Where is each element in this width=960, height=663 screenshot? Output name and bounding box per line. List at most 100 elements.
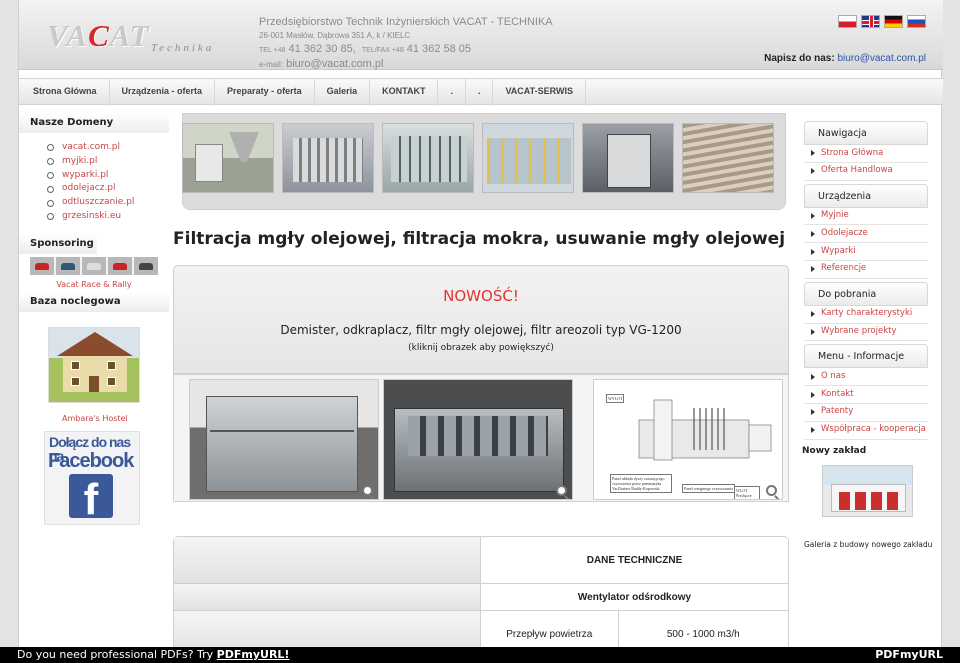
domain-link[interactable]: grzesinski.eu — [47, 210, 169, 224]
product-intro-box: NOWOŚĆ! Demister, odkraplacz, filtr mgły… — [173, 265, 789, 374]
page-title: Filtracja mgły olejowej, filtracja mokra… — [173, 229, 786, 249]
nav-preparaty-oferta[interactable]: Preparaty - oferta — [215, 78, 315, 105]
factory-gallery-link[interactable]: Galeria z budowy nowego zakładu — [804, 540, 932, 549]
baza-title: Baza noclegowa — [19, 291, 169, 312]
pdf-promo-link[interactable]: PDFmyURL! — [217, 648, 290, 661]
menu-item-projekty[interactable]: Wybrane projekty — [804, 323, 928, 342]
diagram-label-wlot: WLOT Przyłącze — [734, 486, 760, 499]
left-sidebar: Nasze Domeny vacat.com.pl myjki.pl wypar… — [19, 113, 169, 525]
menu-item-patenty[interactable]: Patenty — [804, 403, 928, 422]
main-nav: Strona Główna Urządzenia - oferta Prepar… — [19, 78, 943, 105]
domain-link[interactable]: vacat.com.pl — [47, 141, 169, 155]
diagram-label-wylot: WYLOT — [606, 394, 625, 403]
nav-strona-glowna[interactable]: Strona Główna — [21, 78, 110, 105]
company-email: e-mail: biuro@vacat.com.pl — [259, 58, 384, 70]
nav-vacat-serwis[interactable]: VACAT-SERWIS — [493, 78, 586, 105]
menu-title: Nawigacja — [804, 121, 928, 145]
pdfmyurl-logo[interactable]: PDFmyURL — [875, 647, 943, 663]
flag-en-icon[interactable] — [861, 15, 880, 28]
product-photos: WYLOT Panel układu dyszy zraszającego cz… — [173, 374, 789, 502]
domain-link[interactable]: odolejacz.pl — [47, 182, 169, 196]
nav-dot-2[interactable]: . — [466, 78, 494, 105]
menu-item-wyparki[interactable]: Wyparki — [804, 243, 928, 261]
hostel-image[interactable] — [48, 326, 140, 403]
product-description: Demister, odkraplacz, filtr mgły olejowe… — [280, 323, 682, 337]
menu-title: Menu - Informacje — [804, 344, 928, 369]
company-name: Przedsiębiorstwo Technik Inżynierskich V… — [259, 16, 553, 28]
menu-title: Do pobrania — [804, 281, 928, 306]
nowy-zaklad-title: Nowy zakład — [802, 445, 867, 456]
menu-item-kontakt[interactable]: Kontakt — [804, 386, 928, 404]
table-blank-cell — [174, 584, 481, 611]
menu-item-strona-glowna[interactable]: Strona Główna — [804, 145, 928, 163]
click-hint: (kliknij obrazek aby powiększyć) — [408, 343, 554, 353]
page: VACAT Technika Przedsiębiorstwo Technik … — [18, 0, 943, 663]
domeny-title: Nasze Domeny — [19, 113, 169, 133]
gallery-thumb[interactable] — [282, 123, 374, 193]
menu-item-wspolpraca[interactable]: Współpraca - kooperacja — [804, 421, 928, 440]
tech-data-table: DANE TECHNICZNE Wentylator odśrodkowy Pr… — [173, 536, 789, 658]
product-gallery — [182, 113, 786, 210]
menu-item-myjnie[interactable]: Myjnie — [804, 207, 928, 226]
zoom-icon — [766, 485, 777, 496]
gallery-thumb[interactable] — [582, 123, 674, 193]
gallery-thumb[interactable] — [382, 123, 474, 193]
domain-link[interactable]: odtluszczanie.pl — [47, 196, 169, 210]
contact-label: Napisz do nas: — [764, 53, 835, 64]
nav-dot-1[interactable]: . — [438, 78, 466, 105]
facebook-banner[interactable]: Dołącz do nas na Facebook f — [44, 430, 140, 525]
table-header: DANE TECHNICZNE — [481, 537, 788, 584]
nav-urzadzenia-oferta[interactable]: Urządzenia - oferta — [110, 78, 216, 105]
domain-link[interactable]: myjki.pl — [47, 155, 169, 169]
logo-subtitle: Technika — [151, 42, 215, 54]
diagram-label-panel2: Panel wstępnego oczyszczania — [682, 484, 736, 493]
product-diagram[interactable]: WYLOT Panel układu dyszy zraszającego cz… — [593, 379, 783, 500]
menu-nawigacja: Nawigacja Strona Główna Oferta Handlowa — [804, 121, 928, 181]
new-badge: NOWOŚĆ! — [443, 287, 519, 305]
domain-link[interactable]: wyparki.pl — [47, 169, 169, 183]
gallery-thumb[interactable] — [182, 123, 274, 193]
menu-item-referencje[interactable]: Referencje — [804, 260, 928, 279]
menu-informacje: Menu - Informacje O nas Kontakt Patenty … — [804, 344, 928, 440]
menu-urzadzenia: Urządzenia Myjnie Odolejacze Wyparki Ref… — [804, 183, 928, 279]
diagram-label-panel: Panel układu dyszy zraszającego czyszcze… — [610, 474, 672, 493]
pdf-promo-text: Do you need professional PDFs? Try — [17, 648, 217, 661]
table-blank-cell — [174, 537, 481, 584]
language-flags — [838, 15, 926, 28]
gallery-thumb[interactable] — [682, 123, 774, 193]
company-address: 26-001 Masłów, Dąbrowa 351 A, k / KIELC — [259, 31, 411, 40]
header: VACAT Technika Przedsiębiorstwo Technik … — [19, 0, 943, 70]
menu-item-karty[interactable]: Karty charakterystyki — [804, 305, 928, 324]
facebook-icon: f — [69, 473, 113, 518]
factory-image[interactable] — [822, 464, 913, 517]
product-photo[interactable] — [189, 379, 379, 500]
menu-item-odolejacze[interactable]: Odolejacze — [804, 225, 928, 244]
gallery-thumb[interactable] — [482, 123, 574, 193]
menu-item-oferta-handlowa[interactable]: Oferta Handlowa — [804, 162, 928, 181]
flag-de-icon[interactable] — [884, 15, 903, 28]
zoom-icon — [556, 485, 567, 496]
nav-galeria[interactable]: Galeria — [315, 78, 371, 105]
flag-pl-icon[interactable] — [838, 15, 857, 28]
contact-email-link[interactable]: biuro@vacat.com.pl — [837, 53, 926, 64]
pdf-promo-bar: Do you need professional PDFs? Try PDFmy… — [0, 647, 960, 663]
nav-kontakt[interactable]: KONTAKT — [370, 78, 439, 105]
contact-line: Napisz do nas: biuro@vacat.com.pl — [764, 53, 926, 64]
sponsoring-title: Sponsoring — [19, 233, 97, 254]
table-subheader: Wentylator odśrodkowy — [481, 584, 788, 611]
menu-do-pobrania: Do pobrania Karty charakterystyki Wybran… — [804, 281, 928, 342]
hostel-caption-link[interactable]: Ambara's Hostel — [62, 414, 169, 423]
rally-cars-image[interactable] — [30, 256, 158, 275]
company-info: Przedsiębiorstwo Technik Inżynierskich V… — [259, 16, 553, 71]
right-sidebar: Nawigacja Strona Główna Oferta Handlowa … — [802, 121, 932, 549]
flag-ru-icon[interactable] — [907, 15, 926, 28]
logo-word: VACAT — [47, 18, 150, 53]
menu-title: Urządzenia — [804, 183, 928, 208]
sponsor-caption-link[interactable]: Vacat Race & Rally — [19, 280, 169, 289]
product-photo[interactable] — [383, 379, 573, 500]
vacat-logo[interactable]: VACAT Technika — [47, 18, 252, 54]
company-phones: TEL +48 41 362 30 85, TEL/FAX +48 41 362… — [259, 43, 472, 55]
menu-item-o-nas[interactable]: O nas — [804, 368, 928, 387]
zoom-icon — [362, 485, 373, 496]
facebook-word: Facebook — [48, 449, 134, 472]
